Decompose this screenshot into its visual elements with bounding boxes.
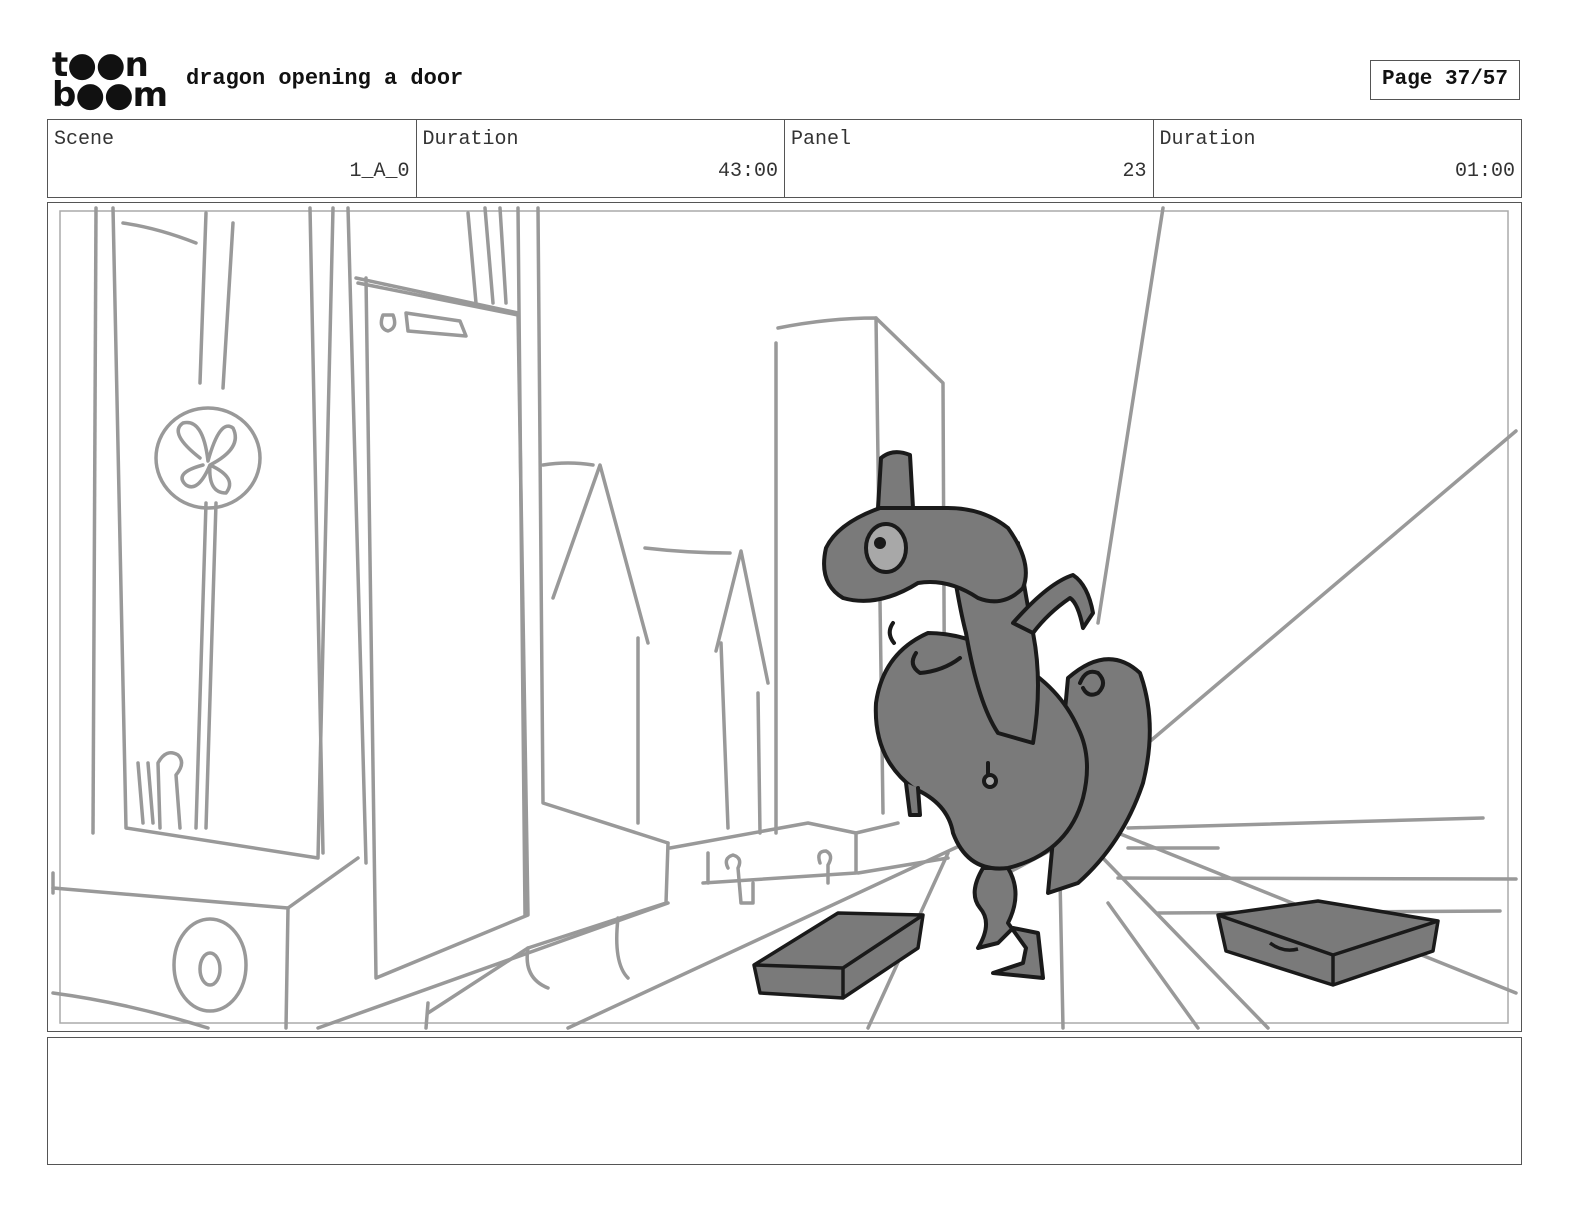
scene-label: Scene (54, 128, 115, 151)
panel-duration-cell: Duration 01:00 (1154, 120, 1522, 197)
panel-label: Panel (791, 128, 852, 151)
panel-duration-value: 01:00 (1454, 160, 1515, 183)
scene-duration-value: 43:00 (717, 160, 778, 183)
scene-value: 1_A_0 (349, 160, 410, 183)
scene-info-table: Scene 1_A_0 Duration 43:00 Panel 23 Dura… (47, 119, 1522, 198)
panel-duration-label: Duration (1159, 128, 1256, 151)
scene-duration-cell: Duration 43:00 (417, 120, 785, 197)
panel-value: 23 (1122, 160, 1147, 183)
page-indicator: Page 37/57 (1370, 60, 1520, 100)
scene-cell: Scene 1_A_0 (48, 120, 417, 197)
logo-bottom-text: b●●m (52, 75, 168, 115)
toonboom-logo: t●●n b●●m (52, 48, 168, 115)
storyboard-panel (47, 202, 1522, 1032)
storyboard-title: dragon opening a door (186, 66, 464, 91)
panel-cell: Panel 23 (785, 120, 1154, 197)
dragon-character (822, 450, 1152, 980)
panel-sketch (51, 206, 1518, 1030)
briefcase-left (752, 911, 925, 1000)
briefcase-right (1216, 899, 1440, 987)
scene-duration-label: Duration (422, 128, 519, 151)
panel-notes-area[interactable] (47, 1037, 1522, 1165)
